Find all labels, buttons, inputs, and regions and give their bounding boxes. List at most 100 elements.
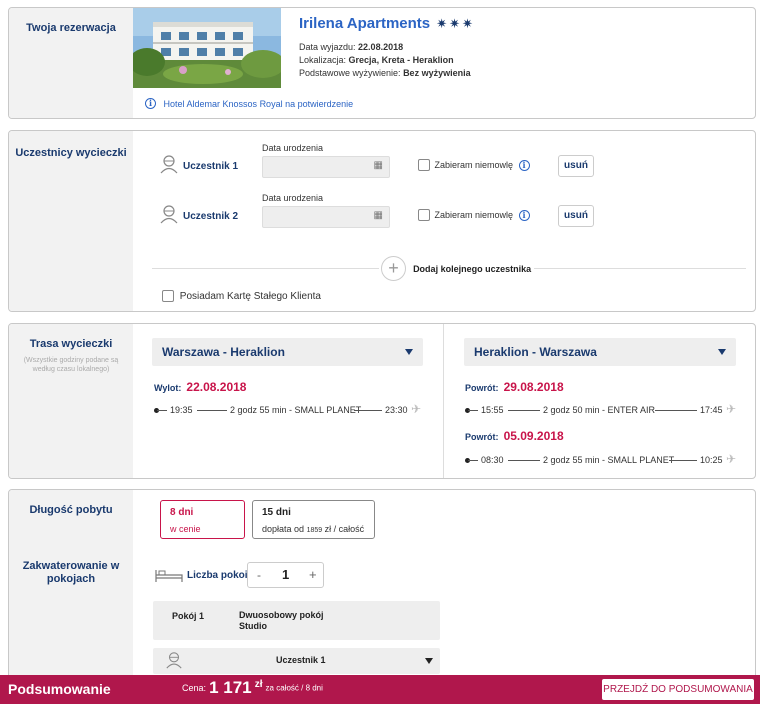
location-value: Grecja, Kreta - Heraklion (348, 55, 454, 65)
route-line (508, 410, 540, 411)
route-line (157, 410, 167, 411)
add-participant-button[interactable]: + Dodaj kolejnego uczestnika (381, 256, 531, 281)
birth-date-input-1[interactable]: ▦ (262, 156, 390, 178)
rooms-increment-button[interactable]: + (309, 567, 317, 582)
participants-section-title: Uczestnicy wycieczki (15, 147, 127, 159)
star-icon: ✷ (462, 16, 475, 31)
hotel-name[interactable]: Irilena Apartments (299, 15, 430, 32)
outbound-flight-info: 2 godz 55 min - SMALL PLANET (230, 405, 362, 415)
return-1-dep-time: 15:55 (481, 405, 504, 415)
route-card: Trasa wycieczki (Wszystkie godziny podan… (8, 323, 756, 479)
hotel-header: Irilena Apartments ✷✷✷ (299, 15, 475, 32)
duration-option-8-days[interactable]: 8 dni w cenie (160, 500, 245, 539)
loyalty-checkbox[interactable] (162, 290, 174, 302)
remove-participant-2-button[interactable]: usuń (558, 205, 594, 227)
hotel-photo (133, 8, 281, 88)
return-2-flight-info: 2 godz 55 min - SMALL PLANET (543, 455, 675, 465)
plane-icon: ✈ (726, 402, 737, 416)
room-type: Dwuosobowy pokój Studio (239, 610, 324, 631)
go-to-summary-button[interactable]: PRZEJDŹ DO PODSUMOWANIA (602, 679, 754, 700)
stay-sidebar: Długość pobytu Zakwaterowanie w pokojach (9, 490, 133, 688)
return-2-dep-time: 08:30 (481, 455, 504, 465)
info-icon: i (145, 98, 156, 110)
room-panel: Pokój 1 Dwuosobowy pokój Studio (153, 601, 440, 640)
summary-footer: Podsumowanie Cena: 1 171 zł za całość / … (0, 675, 760, 704)
price-note: za całość / 8 dni (265, 683, 323, 693)
route-line (468, 460, 478, 461)
departure-row: Data wyjazdu: 22.08.2018 (299, 42, 404, 52)
route-sidebar: Trasa wycieczki (Wszystkie godziny podan… (9, 324, 133, 478)
board-row: Podstawowe wyżywienie: Bez wyżywienia (299, 68, 471, 78)
chevron-down-icon (405, 349, 413, 355)
hotel-stars: ✷✷✷ (436, 16, 475, 31)
remove-participant-1-button[interactable]: usuń (558, 155, 594, 177)
chevron-down-icon (425, 658, 433, 664)
loyalty-card-row: Posiadam Kartę Stałego Klienta (162, 290, 321, 302)
rooms-stepper: - 1 + (247, 562, 324, 588)
plus-icon[interactable]: + (381, 256, 406, 281)
person-icon (160, 205, 178, 224)
confirmation-note: i Hotel Aldemar Knossos Royal na potwier… (145, 98, 353, 110)
return-date-2: 05.09.2018 (503, 429, 564, 443)
participant-2-label: Uczestnik 2 (183, 211, 239, 222)
infant-checkbox-row-1: Zabieram niemowlę i (418, 159, 530, 171)
infant-checkbox[interactable] (418, 159, 430, 171)
person-icon (160, 155, 178, 174)
room-label: Pokój 1 (172, 611, 205, 621)
route-line (468, 410, 478, 411)
infant-checkbox-row-2: Zabieram niemowlę i (418, 209, 530, 221)
duration-option-15-days[interactable]: 15 dni dopłata od 1859 zł / całość (252, 500, 375, 539)
plane-icon: ✈ (411, 402, 422, 416)
calendar-icon[interactable]: ▦ (374, 210, 383, 221)
return-2-arr-time: 10:25 (700, 455, 723, 465)
price-block: Cena: 1 171 zł za całość / 8 dni (182, 678, 323, 697)
rooms-decrement-button[interactable]: - (257, 568, 261, 582)
rooms-label: Liczba pokoi (187, 570, 248, 581)
accommodation-section-title: Zakwaterowanie w pokojach (22, 560, 120, 585)
outbound-arr-time: 23:30 (385, 405, 408, 415)
bed-icon (155, 570, 183, 582)
add-divider-right (534, 268, 746, 269)
participants-card: Uczestnicy wycieczki Uczestnik 1 Data ur… (8, 130, 756, 312)
route-line (669, 460, 697, 461)
room-participant-select[interactable]: Uczestnik 1 (153, 648, 440, 674)
person-icon (166, 652, 182, 669)
hotel-details: Data wyjazdu: 22.08.2018 Lokalizacja: Gr… (299, 41, 471, 80)
board-value: Bez wyżywienia (403, 68, 471, 78)
calendar-icon[interactable]: ▦ (374, 160, 383, 171)
summary-title: Podsumowanie (8, 681, 111, 697)
star-icon: ✷ (449, 16, 463, 31)
add-divider-left (152, 268, 379, 269)
outbound-dep-time: 19:35 (170, 405, 193, 415)
route-line (508, 460, 540, 461)
route-line (197, 410, 227, 411)
reservation-section-title: Twoja rezerwacja (26, 22, 116, 34)
birth-date-input-2[interactable]: ▦ (262, 206, 390, 228)
participant-1-label: Uczestnik 1 (183, 161, 239, 172)
stay-section-title: Długość pobytu (29, 504, 113, 516)
return-1-arr-time: 17:45 (700, 405, 723, 415)
birth-date-label: Data urodzenia (262, 193, 324, 203)
infant-checkbox[interactable] (418, 209, 430, 221)
outbound-date: 22.08.2018 (186, 380, 247, 394)
return-date-row-1: Powrót: 29.08.2018 (465, 380, 564, 394)
star-icon: ✷ (436, 16, 450, 31)
info-icon[interactable]: i (518, 159, 530, 171)
stay-card: Długość pobytu Zakwaterowanie w pokojach… (8, 489, 756, 689)
rooms-count-value[interactable]: 1 (282, 567, 289, 582)
departure-date: 22.08.2018 (358, 42, 404, 52)
birth-date-label: Data urodzenia (262, 143, 324, 153)
route-divider (443, 324, 444, 478)
chevron-down-icon (718, 349, 726, 355)
route-note: (Wszystkie godziny podane są według czas… (23, 357, 119, 373)
outbound-route-select[interactable]: Warszawa - Heraklion (152, 338, 423, 366)
price-currency: zł (254, 679, 263, 690)
return-route-select[interactable]: Heraklion - Warszawa (464, 338, 736, 366)
route-line (655, 410, 697, 411)
price-value: 1 171 (209, 678, 252, 697)
reservation-sidebar: Twoja rezerwacja (9, 8, 133, 118)
info-icon[interactable]: i (518, 209, 530, 221)
route-section-title: Trasa wycieczki (29, 338, 113, 350)
location-row: Lokalizacja: Grecja, Kreta - Heraklion (299, 55, 454, 65)
plane-icon: ✈ (726, 452, 737, 466)
